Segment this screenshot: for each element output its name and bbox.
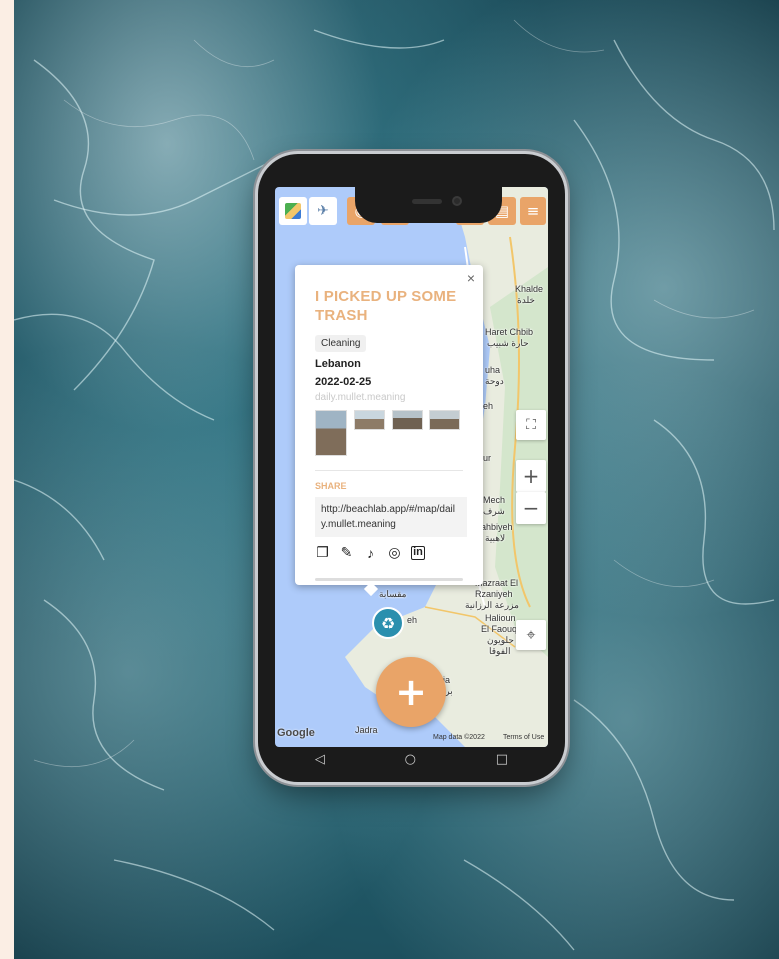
map-label: مزرعة الرزانية	[465, 600, 519, 610]
zoom-in-button[interactable]: +	[516, 460, 546, 492]
map-label: uha	[485, 365, 501, 375]
back-icon[interactable]: ◁	[315, 752, 325, 767]
map-label: خلدة	[517, 295, 535, 305]
post-date: 2022-02-25	[315, 376, 372, 388]
photo-gallery	[315, 410, 463, 460]
map-label: ur	[483, 453, 492, 463]
category-tag[interactable]: Cleaning	[315, 335, 367, 352]
satellite-icon: ✈	[317, 203, 329, 219]
zoom-out-button[interactable]: −	[516, 492, 546, 524]
photo-thumbnail[interactable]	[315, 410, 347, 456]
map-label: Mech	[483, 495, 506, 505]
home-icon[interactable]: ○	[405, 752, 416, 767]
map-label: eh	[407, 615, 418, 625]
plus-icon: +	[522, 464, 540, 488]
map-label: حلويون	[487, 635, 514, 645]
copy-icon[interactable]: ❐	[315, 544, 330, 561]
phone-screen: ✈ ◉ ⌕ ▽ ▤ ≡ Khalde خلدة Haret Chbib حارة…	[275, 187, 548, 747]
camera	[452, 196, 462, 206]
crosshair-icon: ⌖	[526, 625, 536, 644]
divider	[315, 470, 463, 471]
speaker	[412, 199, 442, 204]
map-label: مقسابة	[379, 589, 407, 599]
post-username[interactable]: daily.mullet.meaning	[315, 392, 463, 403]
terms-link[interactable]: Terms of Use	[503, 734, 544, 741]
minus-icon: −	[522, 496, 540, 520]
map-view-button[interactable]	[279, 197, 307, 225]
post-popup-card: × I PICKED UP SOME TRASH Cleaning Lebano…	[295, 265, 483, 585]
menu-button[interactable]: ≡	[520, 197, 546, 225]
fullscreen-button[interactable]: ⛶	[516, 410, 546, 440]
map-label: ahbiyeh	[481, 522, 513, 532]
share-heading: SHARE	[315, 481, 347, 491]
map-label: الفوقا	[489, 646, 511, 656]
fullscreen-icon: ⛶	[526, 417, 536, 433]
recycle-marker[interactable]: ♻	[372, 607, 404, 639]
phone-notch	[355, 187, 502, 223]
map-label: دوحة	[485, 376, 504, 386]
share-url-field[interactable]: http://beachlab.app/#/map/daily.mullet.m…	[315, 497, 467, 537]
locate-button[interactable]: ⌖	[516, 620, 546, 650]
photo-thumbnail[interactable]	[354, 410, 385, 430]
recents-icon[interactable]: □	[496, 752, 508, 767]
tiktok-icon[interactable]: ♪	[363, 545, 378, 561]
post-title: I PICKED UP SOME TRASH	[315, 288, 457, 324]
share-icons: ❐ ✎ ♪ ◎ in	[315, 544, 463, 561]
linkedin-icon[interactable]: in	[411, 545, 425, 560]
map-label: Haret Chbib	[485, 327, 534, 337]
map-data-attribution[interactable]: Map data ©2022	[433, 734, 485, 741]
card-scrollbar[interactable]	[315, 578, 463, 581]
map-label: Rzaniyeh	[475, 589, 513, 599]
map-label: Jadra	[355, 725, 378, 735]
close-icon[interactable]: ×	[467, 270, 475, 286]
map-label: Halioun	[485, 613, 516, 623]
map-label: eh	[483, 401, 494, 411]
satellite-view-button[interactable]: ✈	[309, 197, 337, 225]
phone-frame: ✈ ◉ ⌕ ▽ ▤ ≡ Khalde خلدة Haret Chbib حارة…	[258, 154, 565, 782]
hamburger-icon: ≡	[526, 202, 540, 220]
post-country: Lebanon	[315, 358, 361, 370]
map-label: حارة شبيب	[487, 338, 529, 348]
photo-thumbnail[interactable]	[392, 410, 423, 430]
map-label: Khalde	[515, 284, 544, 294]
google-logo: Google	[277, 727, 315, 739]
android-nav-bar: ◁ ○ □	[275, 747, 548, 771]
map-label: شرف	[483, 506, 505, 516]
photo-thumbnail[interactable]	[429, 410, 460, 430]
plus-icon: +	[395, 670, 427, 714]
instagram-icon[interactable]: ◎	[387, 544, 402, 561]
map-icon	[285, 203, 301, 219]
recycle-icon: ♻	[380, 613, 396, 633]
add-post-button[interactable]: +	[376, 657, 446, 727]
map-label: لاهبية	[485, 533, 506, 543]
twitter-icon[interactable]: ✎	[339, 544, 354, 561]
